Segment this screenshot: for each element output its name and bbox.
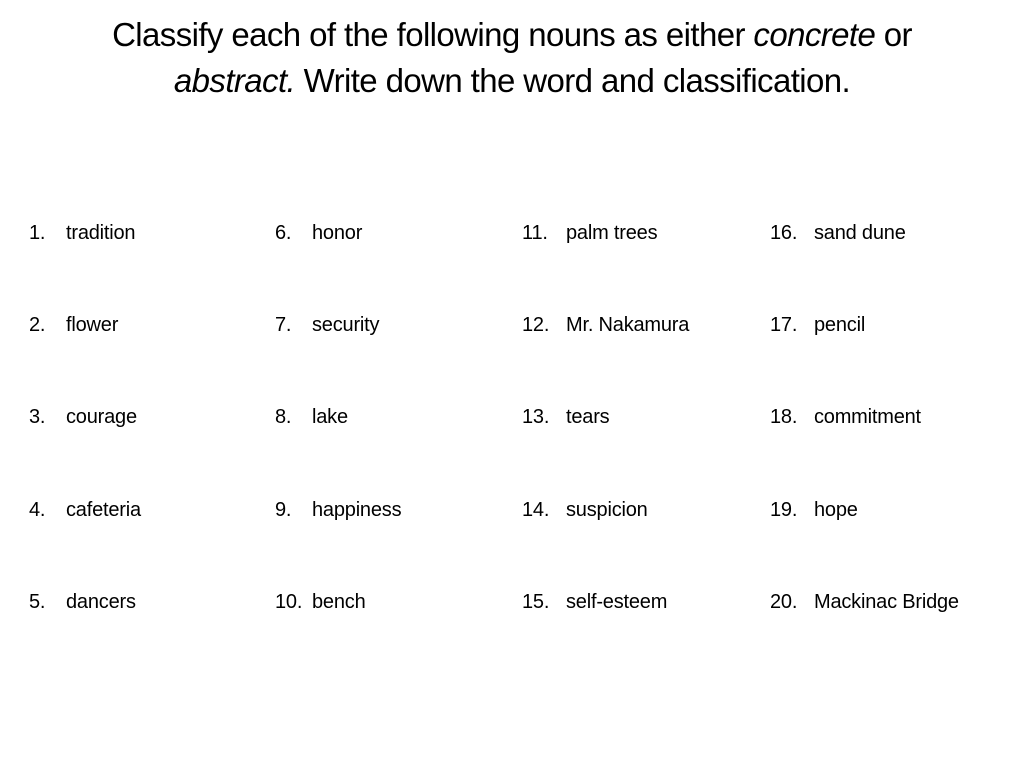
item-word: Mr. Nakamura <box>566 314 690 336</box>
item-number: 17. <box>770 314 798 336</box>
noun-item: 3. courage <box>29 402 137 432</box>
item-word: Mackinac Bridge <box>814 591 959 613</box>
item-word: suspicion <box>566 499 648 521</box>
item-word: security <box>312 314 380 336</box>
item-word: bench <box>312 591 366 613</box>
item-number: 10. <box>275 591 303 613</box>
item-word: self-esteem <box>566 591 668 613</box>
noun-item: 1. tradition <box>29 218 136 248</box>
noun-item: 8. lake <box>275 402 348 432</box>
item-number: 6. <box>275 222 292 244</box>
noun-item: 19. hope <box>770 495 858 525</box>
noun-item: 9. happiness <box>275 495 402 525</box>
item-number: 11. <box>522 222 548 244</box>
item-number: 7. <box>275 314 292 336</box>
noun-item: 13. tears <box>522 402 610 432</box>
noun-item: 17. pencil <box>770 310 865 340</box>
item-word: commitment <box>814 406 921 428</box>
noun-item: 7. security <box>275 310 380 340</box>
item-number: 12. <box>522 314 550 336</box>
item-word: dancers <box>66 591 136 613</box>
item-word: flower <box>66 314 119 336</box>
item-number: 20. <box>770 591 798 613</box>
noun-item: 6. honor <box>275 218 362 248</box>
item-word: courage <box>66 406 137 428</box>
noun-item: 11. palm trees <box>522 218 658 248</box>
item-word: cafeteria <box>66 499 141 521</box>
item-word: palm trees <box>566 222 658 244</box>
item-number: 13. <box>522 406 550 428</box>
item-number: 1. <box>29 222 46 244</box>
noun-item: 14. suspicion <box>522 495 648 525</box>
item-word: happiness <box>312 499 402 521</box>
item-number: 3. <box>29 406 46 428</box>
item-number: 9. <box>275 499 292 521</box>
noun-item: 10. bench <box>275 587 366 617</box>
noun-item: 20. Mackinac Bridge <box>770 587 959 617</box>
item-number: 8. <box>275 406 292 428</box>
title-term-abstract: abstract. <box>173 62 296 99</box>
item-word: lake <box>312 406 348 428</box>
item-word: sand dune <box>814 222 906 244</box>
item-word: tears <box>566 406 610 428</box>
title-text-2: or <box>875 16 913 53</box>
item-number: 16. <box>770 222 798 244</box>
noun-item: 4. cafeteria <box>29 495 141 525</box>
noun-item: 18. commitment <box>770 402 921 432</box>
item-number: 4. <box>29 499 46 521</box>
item-number: 18. <box>770 406 798 428</box>
item-word: tradition <box>66 222 136 244</box>
title-term-concrete: concrete <box>753 16 876 53</box>
slide-title: Classify each of the following nouns as … <box>30 12 994 104</box>
item-number: 15. <box>522 591 550 613</box>
title-text-1: Classify each of the following nouns as … <box>112 16 754 53</box>
noun-item: 2. flower <box>29 310 118 340</box>
item-number: 14. <box>522 499 550 521</box>
item-number: 5. <box>29 591 46 613</box>
noun-item: 16. sand dune <box>770 218 906 248</box>
item-number: 2. <box>29 314 46 336</box>
title-text-3: Write down the word and classification. <box>295 62 851 99</box>
noun-item: 15. self-esteem <box>522 587 667 617</box>
item-word: hope <box>814 499 858 521</box>
noun-item: 5. dancers <box>29 587 136 617</box>
item-number: 19. <box>770 499 798 521</box>
item-word: honor <box>312 222 363 244</box>
noun-item: 12. Mr. Nakamura <box>522 310 689 340</box>
item-word: pencil <box>814 314 866 336</box>
